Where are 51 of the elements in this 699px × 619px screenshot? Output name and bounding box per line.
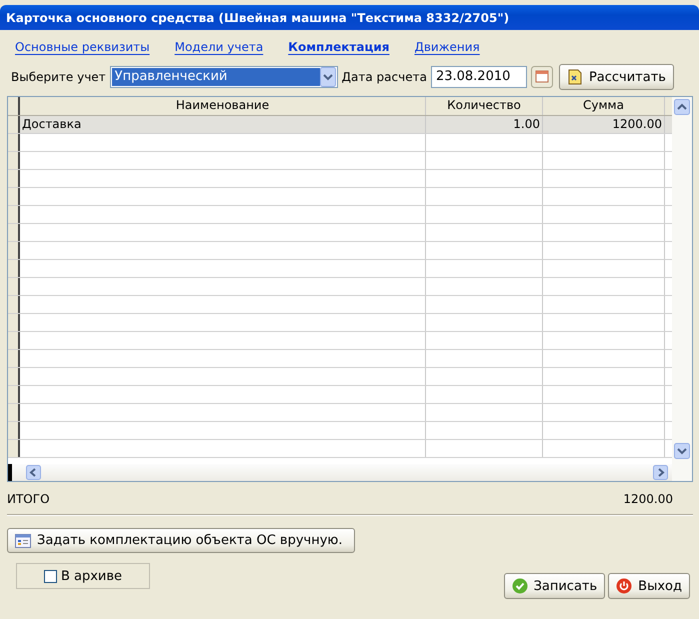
row-header[interactable]: [8, 386, 20, 403]
table-cell: 1.00: [513, 117, 540, 131]
form-icon: [15, 534, 31, 548]
row-header[interactable]: [8, 332, 20, 349]
row-header[interactable]: [8, 404, 20, 421]
scroll-left-icon[interactable]: [26, 465, 41, 480]
date-label: Дата расчета: [342, 70, 427, 84]
tab[interactable]: Модели учета: [174, 40, 270, 58]
account-label: Выберите учет: [11, 70, 106, 84]
row-header[interactable]: [8, 440, 20, 457]
row-header[interactable]: [8, 350, 20, 367]
row-header[interactable]: [8, 368, 20, 385]
row-header[interactable]: [8, 296, 20, 313]
row-header[interactable]: [8, 206, 20, 223]
check-icon: [512, 578, 528, 594]
row-header[interactable]: [8, 422, 20, 439]
column-header[interactable]: Сумма: [543, 97, 665, 115]
exit-button[interactable]: Выход: [608, 573, 690, 599]
power-icon: [616, 578, 632, 594]
table-cell: 1200.00: [612, 117, 662, 131]
tab[interactable]: Комплектация: [288, 40, 396, 58]
table-row[interactable]: Доставка 1.00 1200.00: [8, 116, 672, 134]
row-header[interactable]: [8, 260, 20, 277]
tab[interactable]: Движения: [414, 40, 486, 58]
vertical-scrollbar[interactable]: [672, 97, 692, 481]
row-header[interactable]: [8, 188, 20, 205]
row-header[interactable]: [8, 314, 20, 331]
row-header[interactable]: [8, 224, 20, 241]
row-header[interactable]: [8, 134, 20, 151]
account-dropdown[interactable]: Управленческий: [110, 66, 338, 88]
row-header[interactable]: [8, 116, 20, 133]
window-title: Карточка основного средства (Швейная машина "Текстима 8332/2705"): [6, 10, 510, 24]
row-header[interactable]: [8, 152, 20, 169]
scroll-down-icon[interactable]: [674, 443, 690, 459]
calendar-icon[interactable]: [530, 66, 553, 88]
total-value: 1200.00: [623, 492, 673, 506]
row-header[interactable]: [8, 242, 20, 259]
row-header[interactable]: [8, 170, 20, 187]
column-header[interactable]: Наименование: [20, 97, 426, 115]
date-field[interactable]: 23.08.2010: [430, 66, 527, 88]
total-label: ИТОГО: [7, 492, 50, 506]
manual-setup-button[interactable]: Задать комплектацию объекта ОС вручную.: [7, 528, 355, 553]
column-header[interactable]: Количество: [426, 97, 543, 115]
scroll-right-icon[interactable]: [653, 465, 668, 480]
row-header[interactable]: [8, 278, 20, 295]
scroll-up-icon[interactable]: [674, 99, 690, 115]
save-button[interactable]: Записать: [504, 573, 606, 599]
table-cell: Доставка: [22, 117, 82, 131]
tab[interactable]: Основные реквизиты: [15, 40, 156, 58]
calculate-button[interactable]: Рассчитать: [558, 64, 674, 90]
horizontal-scrollbar[interactable]: [8, 464, 672, 481]
